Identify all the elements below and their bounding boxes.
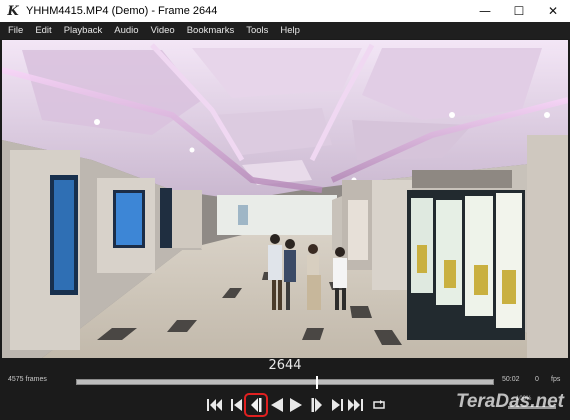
loop-button[interactable] bbox=[370, 395, 388, 415]
minimize-button[interactable]: — bbox=[468, 0, 502, 22]
go-to-end-button[interactable] bbox=[346, 395, 364, 415]
title-bar: K YHHM4415.MP4 (Demo) - Frame 2644 — ☐ ✕ bbox=[0, 0, 570, 22]
play-button[interactable] bbox=[287, 395, 305, 415]
previous-keyframe-button[interactable] bbox=[228, 395, 246, 415]
menu-edit[interactable]: Edit bbox=[29, 25, 57, 36]
current-frame-number: 2644 bbox=[268, 358, 302, 373]
go-to-start-button[interactable] bbox=[206, 395, 224, 415]
menu-bookmarks[interactable]: Bookmarks bbox=[181, 25, 241, 36]
seek-row: 4575 frames 50:02 0 fps bbox=[0, 374, 570, 389]
menu-audio[interactable]: Audio bbox=[108, 25, 144, 36]
total-frames-label: 4575 frames bbox=[8, 376, 47, 383]
time-readout: 50:02 bbox=[502, 376, 520, 383]
loop-icon bbox=[373, 400, 385, 409]
window-title: YHHM4415.MP4 (Demo) - Frame 2644 bbox=[26, 5, 218, 17]
close-button[interactable]: ✕ bbox=[536, 0, 570, 22]
next-keyframe-button[interactable] bbox=[328, 395, 346, 415]
seek-slider[interactable] bbox=[76, 376, 494, 389]
next-frame-button[interactable] bbox=[308, 395, 326, 415]
go-to-end-icon bbox=[348, 399, 363, 411]
app-logo-icon: K bbox=[7, 3, 19, 19]
menu-tools[interactable]: Tools bbox=[240, 25, 274, 36]
previous-frame-icon bbox=[251, 398, 262, 412]
fps-value: 0 bbox=[535, 376, 539, 383]
seek-thumb[interactable] bbox=[316, 376, 319, 389]
next-frame-icon bbox=[311, 398, 322, 412]
go-to-start-icon bbox=[207, 399, 222, 411]
reverse-play-icon bbox=[271, 398, 283, 412]
menu-file[interactable]: File bbox=[2, 25, 29, 36]
menu-bar: File Edit Playback Audio Video Bookmarks… bbox=[0, 22, 570, 39]
menu-playback[interactable]: Playback bbox=[58, 25, 109, 36]
play-icon bbox=[290, 398, 302, 412]
video-frame[interactable] bbox=[2, 40, 568, 358]
menu-video[interactable]: Video bbox=[145, 25, 181, 36]
previous-frame-button[interactable] bbox=[247, 395, 265, 415]
next-keyframe-icon bbox=[332, 399, 343, 411]
fps-unit-label: fps bbox=[551, 376, 561, 383]
previous-keyframe-icon bbox=[231, 399, 242, 411]
window-controls: — ☐ ✕ bbox=[468, 0, 570, 22]
menu-help[interactable]: Help bbox=[274, 25, 306, 36]
reverse-play-button[interactable] bbox=[268, 395, 286, 415]
video-frame-image bbox=[2, 40, 568, 358]
watermark-text: TeraDas.net bbox=[455, 391, 564, 412]
maximize-button[interactable]: ☐ bbox=[502, 0, 536, 22]
